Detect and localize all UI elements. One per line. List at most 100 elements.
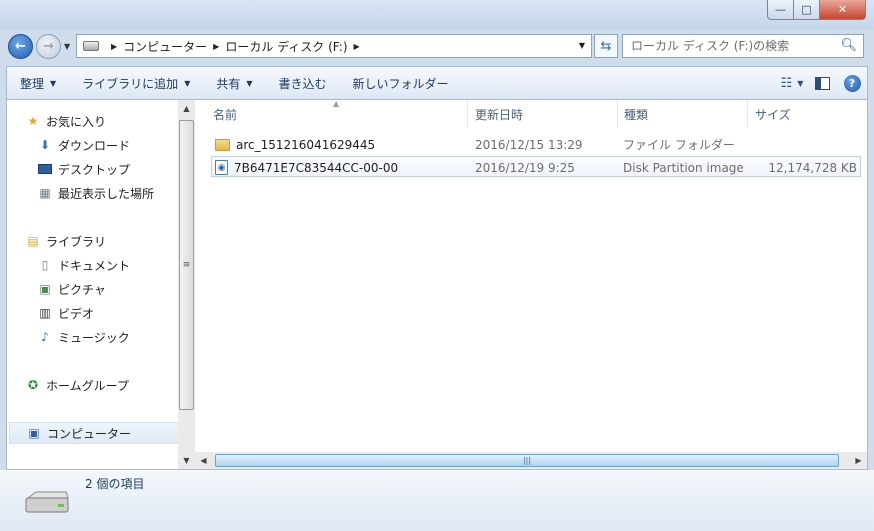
picture-icon: ▣ [39, 282, 51, 296]
sidebar-item-computer[interactable]: ▣ コンピューター [9, 422, 179, 444]
preview-pane-icon [814, 76, 830, 90]
scrollbar-thumb[interactable]: ≡ [179, 120, 194, 410]
column-header-size[interactable]: サイズ [748, 100, 858, 128]
sidebar-item-label: ピクチャ [58, 282, 106, 297]
disk-image-icon: ◉ [215, 160, 228, 175]
view-list-icon: ☷ [780, 75, 793, 91]
file-name-cell: ◉ 7B6471E7C83544CC-00-00 [215, 157, 470, 178]
scrollbar-thumb[interactable]: ||| [215, 454, 839, 467]
music-icon: ♪ [41, 330, 49, 344]
sidebar-item-label: ビデオ [58, 306, 95, 321]
file-name-cell: arc_151216041629445 [215, 134, 470, 155]
navigation-pane-scrollbar[interactable]: ▲ ≡ ▼ [178, 100, 195, 470]
column-header-name[interactable]: 名前 [195, 100, 468, 128]
sidebar-item-label: ホームグループ [46, 378, 129, 393]
refresh-button[interactable]: ⇆ [594, 34, 618, 58]
view-controls: ☷ ▼ ? [777, 67, 867, 99]
file-modified: 2016/12/15 13:29 [475, 137, 583, 152]
navigation-pane: ★ お気に入り ⬇ ダウンロード デスクトップ ▦ 最近表示した場所 ▤ ライブラリ ▯… [6, 100, 179, 470]
breadcrumb-chevron-icon[interactable]: ▶ [111, 42, 117, 51]
file-modified: 2016/12/19 9:25 [475, 160, 575, 175]
download-folder-icon: ⬇ [39, 138, 51, 152]
homegroup-icon: ✪ [27, 378, 39, 392]
library-icon: ▤ [27, 234, 39, 248]
organize-button[interactable]: 整理 ▼ [7, 67, 69, 99]
share-button[interactable]: 共有 ▼ [203, 67, 265, 99]
search-input[interactable] [623, 35, 833, 57]
back-arrow-icon: ← [15, 39, 26, 54]
add-to-library-label: ライブラリに追加 [82, 76, 179, 91]
file-name: arc_151216041629445 [236, 137, 376, 152]
title-bar: — □ ✕ [0, 0, 874, 30]
address-bar[interactable]: ▶ コンピューター ▶ ローカル ディスク (F:) ▶ ▼ [76, 34, 592, 58]
file-name: 7B6471E7C83544CC-00-00 [234, 160, 399, 175]
details-pane: 2 個の項目 [0, 470, 874, 531]
sidebar-item-label: ドキュメント [58, 258, 131, 273]
breadcrumb-computer[interactable]: コンピューター [123, 38, 207, 55]
address-dropdown-icon[interactable]: ▼ [579, 41, 585, 50]
table-row[interactable]: arc_151216041629445 2016/12/15 13:29 ファイ… [211, 134, 861, 155]
file-type: Disk Partition image [623, 160, 744, 175]
share-label: 共有 [216, 76, 241, 91]
drive-icon [83, 41, 99, 51]
close-button[interactable]: ✕ [820, 0, 866, 20]
help-button[interactable]: ? [837, 67, 867, 99]
column-header-modified[interactable]: 更新日時 [468, 100, 618, 128]
chevron-down-icon: ▼ [50, 78, 57, 88]
desktop-icon [37, 161, 53, 177]
search-box[interactable]: 🔍︎ [622, 34, 864, 58]
preview-pane-button[interactable] [807, 67, 837, 99]
sidebar-item-favorites[interactable]: ★ お気に入り [25, 110, 195, 132]
file-list: ▲ 名前 更新日時 種類 サイズ arc_151216041629445 201… [195, 99, 868, 470]
maximize-button[interactable]: □ [794, 0, 820, 20]
search-icon[interactable]: 🔍︎ [840, 38, 857, 53]
help-icon: ? [843, 74, 861, 92]
sidebar-item-homegroup[interactable]: ✪ ホームグループ [25, 374, 195, 396]
command-bar: 整理 ▼ ライブラリに追加 ▼ 共有 ▼ 書き込む 新しいフォルダー ☷ ▼ ? [6, 66, 868, 100]
sidebar-item-label: お気に入り [46, 114, 107, 129]
window-controls: — □ ✕ [767, 0, 866, 20]
file-list-horizontal-scrollbar[interactable]: ◀ ||| ▶ [195, 452, 867, 469]
column-header-type[interactable]: 種類 [618, 100, 748, 128]
scroll-right-icon[interactable]: ▶ [850, 452, 867, 469]
scroll-left-icon[interactable]: ◀ [195, 452, 212, 469]
folder-icon [215, 138, 230, 151]
sidebar-item-libraries[interactable]: ▤ ライブラリ [25, 230, 195, 252]
chevron-down-icon: ▼ [184, 78, 191, 88]
breadcrumb-chevron-icon[interactable]: ▶ [213, 42, 219, 51]
burn-button[interactable]: 書き込む [266, 67, 340, 99]
sidebar-item-label: ミュージック [58, 330, 130, 345]
hard-drive-icon [25, 491, 69, 513]
minimize-button[interactable]: — [767, 0, 794, 20]
forward-arrow-icon: → [43, 39, 54, 54]
scroll-down-icon[interactable]: ▼ [178, 452, 195, 469]
column-headers: ▲ 名前 更新日時 種類 サイズ [195, 99, 868, 128]
sidebar-item-label: コンピューター [47, 426, 132, 441]
view-options-button[interactable]: ☷ ▼ [777, 67, 807, 99]
recent-places-icon: ▦ [39, 186, 51, 200]
sidebar-item-label: ダウンロード [58, 138, 131, 153]
navigation-bar: ← → ▼ ▶ コンピューター ▶ ローカル ディスク (F:) ▶ ▼ ⇆ 🔍… [0, 30, 874, 62]
sidebar-item-label: デスクトップ [58, 162, 131, 177]
chevron-down-icon: ▼ [246, 78, 253, 88]
recent-pages-dropdown[interactable]: ▼ [64, 42, 70, 51]
breadcrumb-local-disk[interactable]: ローカル ディスク (F:) [225, 38, 347, 55]
file-size [751, 134, 857, 155]
file-type: ファイル フォルダー [623, 138, 735, 152]
organize-label: 整理 [20, 76, 45, 91]
breadcrumb-chevron-icon[interactable]: ▶ [354, 42, 360, 51]
computer-icon: ▣ [28, 426, 40, 440]
sidebar-item-label: 最近表示した場所 [58, 186, 155, 201]
scroll-up-icon[interactable]: ▲ [178, 100, 195, 117]
file-size: 12,174,728 KB [768, 160, 857, 175]
back-button[interactable]: ← [8, 34, 33, 59]
new-folder-button[interactable]: 新しいフォルダー [340, 67, 462, 99]
star-icon: ★ [27, 114, 39, 128]
table-row[interactable]: ◉ 7B6471E7C83544CC-00-00 2016/12/19 9:25 … [211, 156, 861, 177]
item-count: 2 個の項目 [85, 477, 145, 491]
forward-button[interactable]: → [36, 34, 61, 59]
add-to-library-button[interactable]: ライブラリに追加 ▼ [69, 67, 203, 99]
refresh-icon: ⇆ [600, 38, 612, 54]
sidebar-item-label: ライブラリ [46, 234, 107, 249]
document-icon: ▯ [41, 258, 49, 272]
